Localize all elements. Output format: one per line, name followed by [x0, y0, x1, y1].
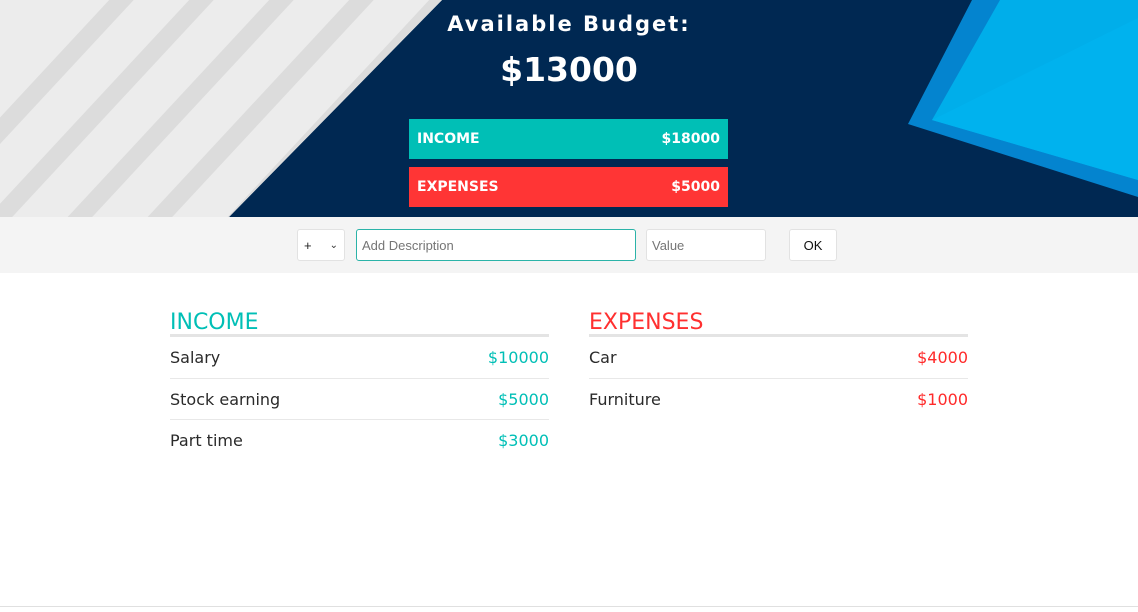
- expenses-summary-label: EXPENSES: [417, 179, 499, 195]
- list-item: Stock earning $5000: [170, 378, 549, 419]
- budget-title: Available Budget:: [447, 12, 691, 36]
- list-item: Part time $3000: [170, 419, 549, 460]
- add-entry-bar: + ⌄ OK: [0, 217, 1138, 273]
- list-item: Car $4000: [589, 337, 968, 378]
- income-summary-value: $18000: [661, 131, 720, 147]
- item-description: Salary: [170, 348, 221, 367]
- ok-button[interactable]: OK: [789, 229, 837, 261]
- description-input[interactable]: [356, 229, 636, 261]
- expenses-summary-value: $5000: [671, 179, 720, 195]
- item-amount: $3000: [498, 430, 549, 450]
- item-amount: $10000: [487, 348, 549, 367]
- item-amount: $5000: [498, 389, 549, 409]
- budget-header: Available Budget: $13000 INCOME $18000 E…: [0, 0, 1138, 217]
- type-select-value: +: [304, 237, 312, 253]
- item-description: Stock earning: [170, 389, 281, 409]
- value-input[interactable]: [646, 229, 766, 261]
- income-list-title: INCOME: [170, 308, 549, 337]
- expenses-summary-bar: EXPENSES $5000: [409, 167, 728, 207]
- item-amount: $4000: [917, 348, 968, 367]
- available-budget-value: $13000: [500, 50, 638, 89]
- income-summary-label: INCOME: [417, 131, 480, 147]
- list-item: Furniture $1000: [589, 378, 968, 419]
- list-item: Salary $10000: [170, 337, 549, 378]
- expenses-list: EXPENSES Car $4000 Furniture $1000: [589, 308, 968, 419]
- income-summary-bar: INCOME $18000: [409, 119, 728, 159]
- chevron-down-icon: ⌄: [329, 239, 338, 251]
- item-amount: $1000: [917, 389, 968, 409]
- item-description: Car: [589, 348, 617, 367]
- expenses-list-title: EXPENSES: [589, 308, 968, 337]
- item-description: Furniture: [589, 389, 661, 409]
- income-list: INCOME Salary $10000 Stock earning $5000…: [170, 308, 549, 460]
- divider: [0, 606, 1138, 607]
- item-description: Part time: [170, 430, 243, 450]
- type-select[interactable]: + ⌄: [297, 229, 345, 261]
